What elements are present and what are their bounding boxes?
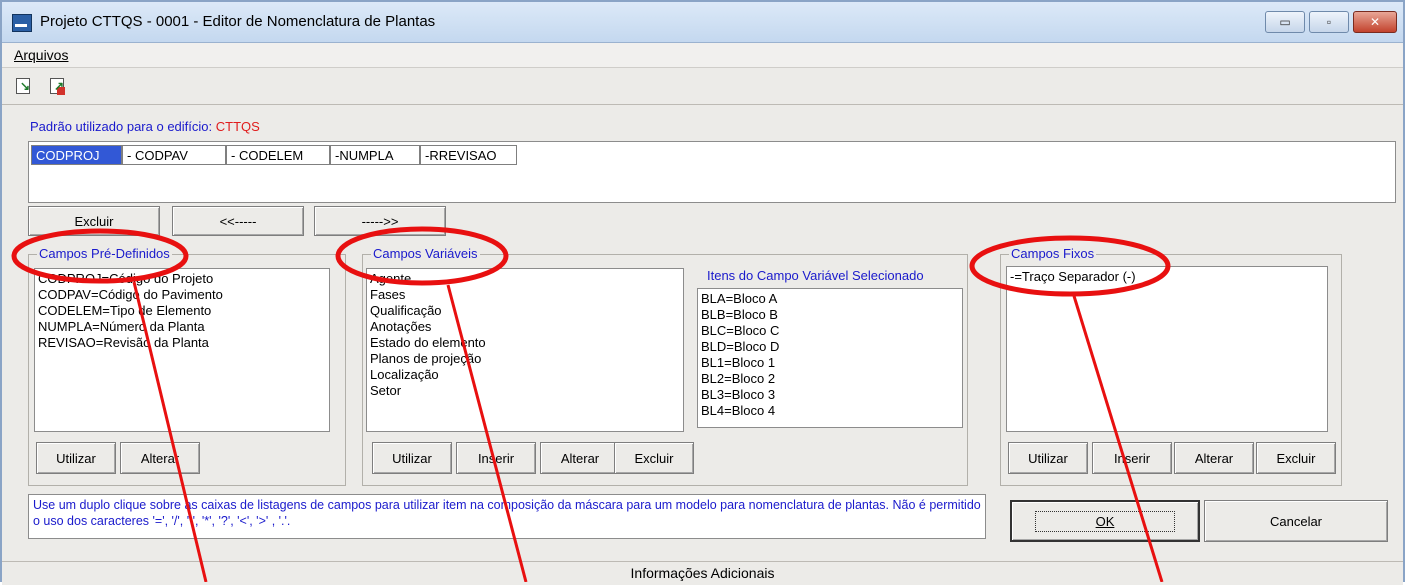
list-item[interactable]: -=Traço Separador (-) xyxy=(1010,269,1324,285)
variable-insert-button[interactable]: Inserir xyxy=(456,442,536,474)
toolbar: ↘ ↗ xyxy=(2,68,1403,105)
list-item[interactable]: CODPAV=Código do Pavimento xyxy=(38,287,326,303)
variable-use-button[interactable]: Utilizar xyxy=(372,442,452,474)
app-icon xyxy=(12,14,32,32)
fixed-fields-list[interactable]: -=Traço Separador (-) xyxy=(1006,266,1328,432)
list-item[interactable]: Estado do elemento xyxy=(370,335,680,351)
list-item[interactable]: Fases xyxy=(370,287,680,303)
list-item[interactable]: BL2=Bloco 2 xyxy=(701,371,959,387)
ok-button[interactable]: OK xyxy=(1010,500,1200,542)
mask-token[interactable]: CODPROJ xyxy=(31,145,122,165)
info-text: Use um duplo clique sobre as caixas de l… xyxy=(28,494,986,539)
predefined-fields-title: Campos Pré-Definidos xyxy=(37,246,172,261)
fixed-fields-title: Campos Fixos xyxy=(1009,246,1097,261)
mask-token[interactable]: -RREVISAO xyxy=(420,145,517,165)
maximize-button[interactable]: ▫ xyxy=(1309,11,1349,33)
list-item[interactable]: Planos de projeção xyxy=(370,351,680,367)
delete-token-button[interactable]: Excluir xyxy=(28,206,160,236)
export-doc-icon[interactable]: ↗ xyxy=(48,76,68,96)
move-right-button[interactable]: ----->> xyxy=(314,206,446,236)
close-button[interactable]: ✕ xyxy=(1353,11,1397,33)
standard-label: Padrão utilizado para o edifício: CTTQS xyxy=(30,119,260,134)
list-item[interactable]: Agente xyxy=(370,271,680,287)
cancel-button[interactable]: Cancelar xyxy=(1204,500,1388,542)
fixed-edit-button[interactable]: Alterar xyxy=(1174,442,1254,474)
list-item[interactable]: CODELEM=Tipo de Elemento xyxy=(38,303,326,319)
predefined-edit-button[interactable]: Alterar xyxy=(120,442,200,474)
variable-delete-button[interactable]: Excluir xyxy=(614,442,694,474)
list-item[interactable]: CODPROJ=Código do Projeto xyxy=(38,271,326,287)
fixed-delete-button[interactable]: Excluir xyxy=(1256,442,1336,474)
menu-arquivos[interactable]: Arquivos xyxy=(14,47,68,63)
list-item[interactable]: BLD=Bloco D xyxy=(701,339,959,355)
variable-fields-title: Campos Variáveis xyxy=(371,246,480,261)
list-item[interactable]: BL1=Bloco 1 xyxy=(701,355,959,371)
list-item[interactable]: REVISAO=Revisão da Planta xyxy=(38,335,326,351)
list-item[interactable]: Localização xyxy=(370,367,680,383)
additional-info-label: Informações Adicionais xyxy=(630,565,775,581)
import-doc-icon[interactable]: ↘ xyxy=(14,76,34,96)
list-item[interactable]: BLC=Bloco C xyxy=(701,323,959,339)
additional-info-bar[interactable]: Informações Adicionais xyxy=(2,561,1403,585)
fixed-use-button[interactable]: Utilizar xyxy=(1008,442,1088,474)
move-left-button[interactable]: <<----- xyxy=(172,206,304,236)
menu-bar: Arquivos xyxy=(2,43,1403,68)
variable-fields-list[interactable]: Agente Fases Qualificação Anotações Esta… xyxy=(366,268,684,432)
variable-edit-button[interactable]: Alterar xyxy=(540,442,620,474)
predefined-use-button[interactable]: Utilizar xyxy=(36,442,116,474)
list-item[interactable]: Setor xyxy=(370,383,680,399)
variable-items-title: Itens do Campo Variável Selecionado xyxy=(707,268,924,283)
list-item[interactable]: Qualificação xyxy=(370,303,680,319)
mask-token[interactable]: -NUMPLA xyxy=(330,145,420,165)
predefined-fields-list[interactable]: CODPROJ=Código do Projeto CODPAV=Código … xyxy=(34,268,330,432)
mask-composition-box[interactable]: CODPROJ - CODPAV - CODELEM -NUMPLA -RREV… xyxy=(28,141,1396,203)
title-bar[interactable]: Projeto CTTQS - 0001 - Editor de Nomencl… xyxy=(2,2,1403,43)
minimize-button[interactable]: ▭ xyxy=(1265,11,1305,33)
list-item[interactable]: NUMPLA=Número da Planta xyxy=(38,319,326,335)
list-item[interactable]: Anotações xyxy=(370,319,680,335)
list-item[interactable]: BL4=Bloco 4 xyxy=(701,403,959,419)
list-item[interactable]: BLA=Bloco A xyxy=(701,291,959,307)
mask-token[interactable]: - CODPAV xyxy=(122,145,226,165)
mask-token[interactable]: - CODELEM xyxy=(226,145,330,165)
fixed-insert-button[interactable]: Inserir xyxy=(1092,442,1172,474)
variable-items-list[interactable]: BLA=Bloco A BLB=Bloco B BLC=Bloco C BLD=… xyxy=(697,288,963,428)
list-item[interactable]: BL3=Bloco 3 xyxy=(701,387,959,403)
list-item[interactable]: BLB=Bloco B xyxy=(701,307,959,323)
window-title: Projeto CTTQS - 0001 - Editor de Nomencl… xyxy=(40,13,436,30)
editor-window: Projeto CTTQS - 0001 - Editor de Nomencl… xyxy=(0,0,1405,585)
building-code: CTTQS xyxy=(215,119,260,134)
